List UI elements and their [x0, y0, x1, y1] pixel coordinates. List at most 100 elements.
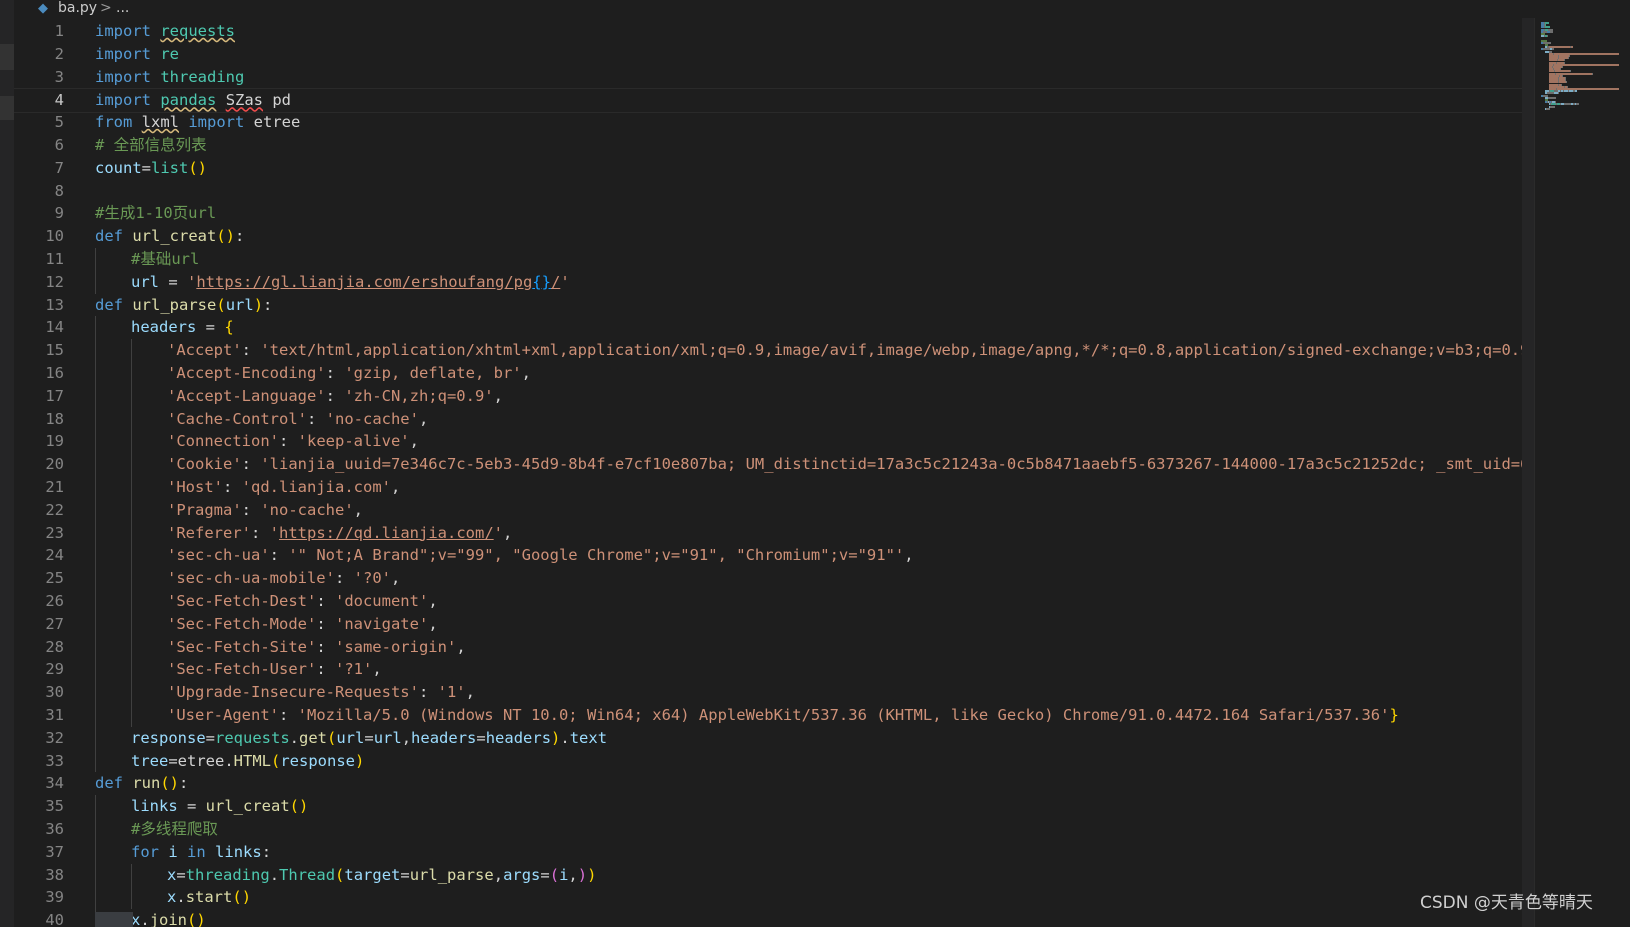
code-text: def run(): [95, 772, 188, 795]
code-line[interactable]: 35 links = url_creat() [14, 795, 1534, 818]
code-token: x [167, 888, 177, 907]
watermark: CSDN @天青色等晴天 [1420, 893, 1593, 913]
code-line[interactable]: 26 'Sec-Fetch-Dest': 'document', [14, 590, 1534, 613]
code-line[interactable]: 17 'Accept-Language': 'zh-CN,zh;q=0.9', [14, 384, 1534, 408]
code-line[interactable]: 29 'Sec-Fetch-User': '?1', [14, 658, 1534, 682]
code-token: import [188, 113, 245, 132]
minimap[interactable] [1534, 18, 1630, 927]
minimap-stroke [1562, 66, 1563, 68]
code-line[interactable]: 11 #基础url [14, 248, 1534, 271]
code-token: , [372, 660, 382, 679]
code-line[interactable]: 34 def run(): [14, 772, 1534, 795]
code-line[interactable]: 38 x=threading.Thread(target=url_parse,ar… [14, 863, 1534, 887]
code-line[interactable]: 15 'Accept': 'text/html,application/xhtml… [14, 339, 1534, 362]
code-line[interactable]: 39 x.start() [14, 886, 1534, 910]
code-token: : [261, 842, 272, 861]
code-token: 'keep-alive' [297, 432, 410, 451]
code-line[interactable]: 13 def url_parse(url): [14, 294, 1534, 317]
minimap-stroke [1568, 57, 1569, 60]
code-token: 'Host' [167, 478, 223, 496]
code-token: threading [185, 865, 270, 884]
code-text: # 全部信息列表 [95, 134, 207, 157]
code-text: x.start() [167, 886, 251, 909]
code-token: ( [270, 751, 281, 770]
code-token: : [278, 432, 298, 451]
code-line[interactable]: 14 headers = { [14, 316, 1534, 340]
line-number: 19 [45, 432, 64, 451]
indent-guide [95, 453, 96, 476]
line-number: 12 [45, 272, 64, 291]
vertical-scrollbar[interactable] [1522, 18, 1534, 927]
code-token: () [187, 911, 206, 927]
code-token: join [149, 911, 188, 927]
breadcrumb-file[interactable]: ba.py [58, 0, 97, 16]
code-line[interactable]: 25 'sec-ch-ua-mobile': '?0', [14, 567, 1534, 590]
code-line[interactable]: 16 'Accept-Encoding': 'gzip, deflate, br'… [14, 362, 1534, 385]
code-line[interactable]: 33 tree=etree.HTML(response) [14, 749, 1534, 773]
code-line[interactable]: 1 import requests [14, 20, 1534, 43]
code-line[interactable]: 20 'Cookie': 'lianjia_uuid=7e346c7c-5eb3-… [14, 453, 1534, 476]
line-number: 32 [45, 728, 64, 747]
minimap-stroke [1550, 30, 1553, 33]
code-line[interactable]: 12 url = 'https://gl.lianjia.com/ershoufa… [14, 270, 1534, 294]
code-token: 'sec-ch-ua' [167, 546, 270, 565]
code-line[interactable]: 8 [14, 180, 1534, 203]
code-token: . [140, 911, 150, 927]
code-line[interactable]: 28 'Sec-Fetch-Site': 'same-origin', [14, 635, 1534, 659]
code-text: 'Sec-Fetch-User': '?1', [167, 658, 382, 681]
code-line[interactable]: 22 'Pragma': 'no-cache', [14, 498, 1534, 522]
indent-guide [95, 521, 96, 545]
code-token: target [344, 865, 401, 884]
code-line[interactable]: 5 from lxml import etree [14, 111, 1534, 134]
code-line[interactable]: 24 'sec-ch-ua': '" Not;A Brand";v="99", "… [14, 544, 1534, 568]
code-token: ) [577, 865, 588, 884]
code-line[interactable]: 19 'Connection': 'keep-alive', [14, 430, 1534, 454]
line-number: 1 [54, 22, 64, 40]
code-line[interactable]: 36 #多线程爬取 [14, 818, 1534, 841]
code-text: response=requests.get(url=url,headers=he… [131, 727, 607, 750]
code-line[interactable]: 10 def url_creat(): [14, 225, 1534, 248]
code-line[interactable]: 40 x.join() [14, 909, 1534, 927]
code-line[interactable]: 7 count=list() [14, 157, 1534, 180]
code-token: headers [411, 728, 477, 747]
code-token: https://gl.lianjia.com/ershoufang/pg [196, 272, 533, 291]
code-line[interactable]: 37 for i in links: [14, 840, 1534, 864]
code-line[interactable]: 9 #生成1-10页url [14, 202, 1534, 225]
indent-guide [95, 362, 96, 385]
code-token: links [131, 797, 178, 816]
code-token: {} [532, 272, 551, 291]
code-line[interactable]: 4 import pandas SZas pd [14, 88, 1534, 114]
code-text: import threading [95, 66, 244, 89]
code-line[interactable]: 32 response=requests.get(url=url,headers=… [14, 726, 1534, 750]
code-line[interactable]: 30 'Upgrade-Insecure-Requests': '1', [14, 681, 1534, 704]
code-line[interactable]: 18 'Cache-Control': 'no-cache', [14, 407, 1534, 431]
code-text: 'Connection': 'keep-alive', [167, 430, 419, 453]
code-line[interactable]: 27 'Sec-Fetch-Mode': 'navigate', [14, 612, 1534, 636]
code-token: 'Upgrade-Insecure-Requests' [167, 683, 419, 702]
code-token: 'gzip, deflate, br' [344, 364, 522, 382]
code-line[interactable]: 6 # 全部信息列表 [14, 134, 1534, 157]
code-editor[interactable]: 1 import requests 2 import re 3 import thread… [14, 18, 1534, 927]
line-number: 36 [45, 820, 64, 838]
indent-guide [131, 362, 132, 385]
minimap-stroke [1558, 92, 1559, 95]
code-line[interactable]: 2 import re [14, 43, 1534, 66]
code-text: url = 'https://gl.lianjia.com/ershoufang… [131, 271, 570, 294]
breadcrumb-symbol[interactable]: ... [116, 0, 129, 16]
code-text: 'sec-ch-ua-mobile': '?0', [167, 567, 400, 590]
line-number: 25 [45, 569, 64, 588]
activity-bar [0, 0, 14, 927]
code-token: url_creat [205, 797, 290, 816]
code-line[interactable]: 3 import threading [14, 66, 1534, 89]
code-line[interactable]: 21 'Host': 'qd.lianjia.com', [14, 476, 1534, 499]
code-token: = [196, 318, 225, 337]
code-line[interactable]: 31 'User-Agent': 'Mozilla/5.0 (Windows NT… [14, 704, 1534, 727]
code-line[interactable]: 23 'Referer': 'https://qd.lianjia.com/', [14, 521, 1534, 545]
code-token: # 全部信息列表 [95, 136, 207, 154]
indent-guide [131, 407, 132, 431]
code-token: ) [354, 751, 365, 770]
